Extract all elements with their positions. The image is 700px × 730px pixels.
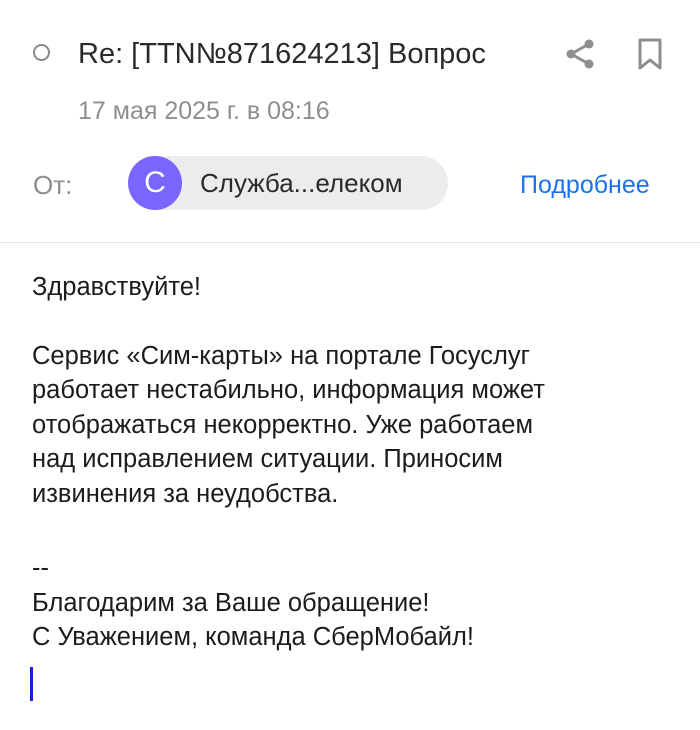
email-header: Re: [TTN№871624213] Вопрос 17 мая 2025 г… xyxy=(0,0,700,243)
signature-line: С Уважением, команда СберМобайл! xyxy=(32,623,474,651)
header-divider xyxy=(0,242,700,243)
greeting: Здравствуйте! xyxy=(32,273,201,301)
email-date: 17 мая 2025 г. в 08:16 xyxy=(78,97,330,125)
sender-name: Служба...елеком xyxy=(200,167,403,198)
message-line: отображаться некорректно. Уже работаем xyxy=(32,410,533,439)
details-link[interactable]: Подробнее xyxy=(520,168,650,202)
text-cursor xyxy=(30,667,33,701)
email-subject: Re: [TTN№871624213] Вопрос xyxy=(78,38,486,70)
email-body[interactable]: Здравствуйте! Сервис «Сим-карты» на порт… xyxy=(32,270,672,655)
bookmark-icon[interactable] xyxy=(632,36,668,72)
message-line: над исправлением ситуации. Приносим xyxy=(32,445,503,473)
message-line: работает нестабильно, информация может xyxy=(32,376,545,404)
signature-separator: -- xyxy=(32,554,49,582)
avatar: С xyxy=(128,156,182,210)
share-icon[interactable] xyxy=(562,36,598,72)
unread-dot-icon[interactable] xyxy=(33,44,50,61)
message-line: извинения за неудобства. xyxy=(32,479,339,508)
message-line: Сервис «Сим-карты» на портале Госуслуг xyxy=(32,341,530,370)
sender-chip[interactable]: С Служба...елеком xyxy=(128,156,448,210)
signature-line: Благодарим за Ваше обращение! xyxy=(32,588,430,617)
from-label: От: xyxy=(33,170,73,200)
